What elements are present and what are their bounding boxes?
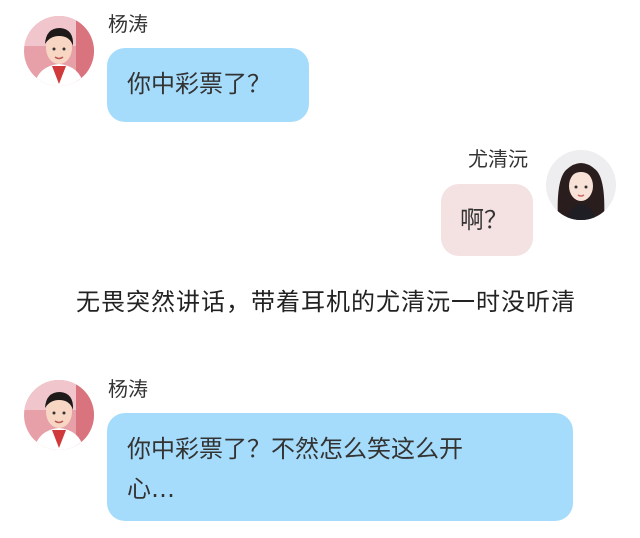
avatar-yangtao[interactable] <box>24 16 94 86</box>
sender-name: 杨涛 <box>108 377 148 401</box>
male-avatar-icon <box>24 16 94 86</box>
message-bubble[interactable]: 啊？ <box>441 184 533 256</box>
male-avatar-icon <box>24 380 94 450</box>
narration-text: 无畏突然讲话，带着耳机的尤清沅一时没听清 <box>76 288 576 316</box>
message-text-line: 心… <box>127 475 175 503</box>
sender-name: 尤清沅 <box>468 147 528 171</box>
message-text: 你中彩票了？ <box>127 70 271 98</box>
sender-name: 杨涛 <box>108 12 148 36</box>
female-avatar-icon <box>546 150 616 220</box>
message-bubble[interactable]: 你中彩票了？不然怎么笑这么开 心… <box>107 413 573 521</box>
avatar-youqingyuan[interactable] <box>546 150 616 220</box>
avatar-yangtao[interactable] <box>24 380 94 450</box>
message-text-line: 你中彩票了？不然怎么笑这么开 <box>127 435 463 463</box>
message-bubble[interactable]: 你中彩票了？ <box>107 48 309 122</box>
message-text: 啊？ <box>460 206 508 234</box>
